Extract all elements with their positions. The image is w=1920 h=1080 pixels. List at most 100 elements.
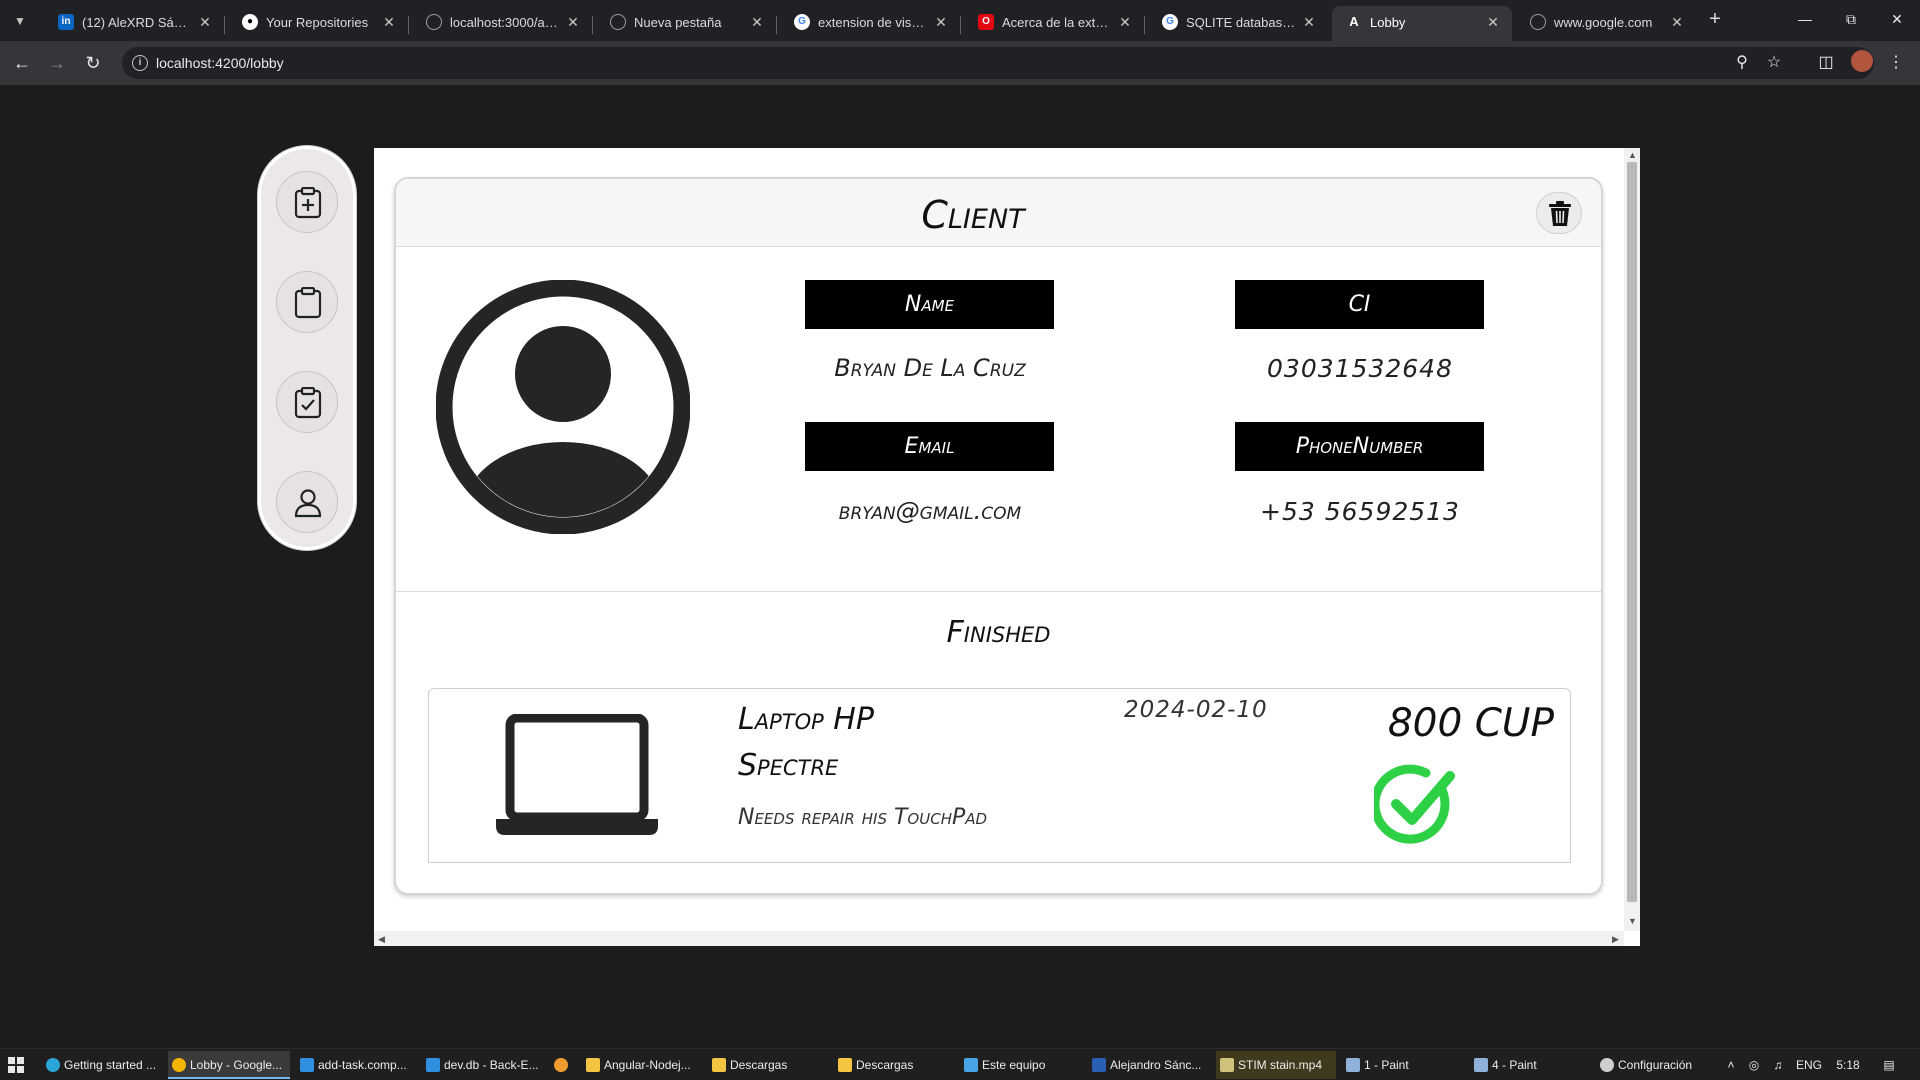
finished-orders-button[interactable] xyxy=(276,371,338,433)
taskbar-item-vscode-2[interactable]: dev.db - Back-E... xyxy=(422,1051,542,1079)
edge-icon xyxy=(46,1058,60,1072)
close-window-button[interactable]: ✕ xyxy=(1874,0,1920,38)
scroll-up-icon[interactable]: ▲ xyxy=(1628,150,1637,160)
taskbar-item-this-pc[interactable]: Este equipo xyxy=(960,1051,1080,1079)
tab-title: (12) AleXRD Sánchez xyxy=(82,15,192,30)
order-device-line2: Spectre xyxy=(738,748,839,783)
site-info-icon[interactable]: i xyxy=(132,55,148,71)
browser-tab-localhost-api[interactable]: localhost:3000/api/cli ✕ xyxy=(412,6,592,41)
close-tab-icon[interactable]: ✕ xyxy=(748,13,766,31)
ci-label: CI xyxy=(1235,280,1484,329)
menu-kebab-icon[interactable]: ⋮ xyxy=(1884,51,1908,75)
close-tab-icon[interactable]: ✕ xyxy=(1668,13,1686,31)
plus-icon: + xyxy=(1709,8,1721,30)
horizontal-scrollbar[interactable]: ◀ ▶ xyxy=(374,931,1624,946)
taskbar-label: Descargas xyxy=(856,1058,914,1072)
notifications-icon[interactable]: ▤ xyxy=(1878,1049,1900,1080)
email-label: Email xyxy=(805,422,1054,471)
google-icon: G xyxy=(794,14,810,30)
new-tab-button[interactable]: + xyxy=(1703,8,1727,32)
minimize-button[interactable]: — xyxy=(1782,0,1828,38)
browser-tab-strip: ▼ in (12) AleXRD Sánchez ✕ ● Your Reposi… xyxy=(0,0,1920,41)
close-tab-icon[interactable]: ✕ xyxy=(1116,13,1134,31)
taskbar-item-word[interactable]: Alejandro Sánc... xyxy=(1088,1051,1208,1079)
word-icon xyxy=(1092,1058,1106,1072)
taskbar-item-search[interactable] xyxy=(550,1051,578,1079)
close-tab-icon[interactable]: ✕ xyxy=(196,13,214,31)
url-text[interactable]: localhost:4200/lobby xyxy=(156,55,284,71)
close-tab-icon[interactable]: ✕ xyxy=(564,13,582,31)
paint-icon xyxy=(1474,1058,1488,1072)
taskbar-item-edge[interactable]: Getting started ... xyxy=(42,1051,162,1079)
arrow-right-icon: → xyxy=(48,53,66,73)
card-header: Client xyxy=(396,179,1601,247)
linkedin-icon: in xyxy=(58,14,74,30)
taskbar-label: Configuración xyxy=(1618,1058,1693,1072)
close-tab-icon[interactable]: ✕ xyxy=(1300,13,1318,31)
tab-title: extension de visual st xyxy=(818,15,928,30)
browser-tab-linkedin[interactable]: in (12) AleXRD Sánchez ✕ xyxy=(44,6,224,41)
zoom-icon[interactable]: ⚲ xyxy=(1732,53,1752,73)
taskbar-item-folder-angular[interactable]: Angular-Nodej... xyxy=(582,1051,702,1079)
globe-icon xyxy=(426,14,442,30)
address-bar[interactable]: i localhost:4200/lobby ⚲ ☆ xyxy=(122,47,1874,79)
browser-tab-new-tab[interactable]: Nueva pestaña ✕ xyxy=(596,6,776,41)
delete-client-button[interactable] xyxy=(1536,192,1582,234)
order-device: Laptop HP Spectre xyxy=(738,697,978,789)
browser-tab-github[interactable]: ● Your Repositories ✕ xyxy=(228,6,408,41)
scroll-right-icon[interactable]: ▶ xyxy=(1612,934,1619,944)
taskbar-label: 1 - Paint xyxy=(1364,1058,1409,1072)
computer-icon xyxy=(964,1058,978,1072)
profile-avatar[interactable] xyxy=(1851,50,1873,72)
side-panel-icon[interactable]: ◫ xyxy=(1814,51,1838,75)
close-tab-icon[interactable]: ✕ xyxy=(380,13,398,31)
clients-button[interactable] xyxy=(276,471,338,533)
browser-tab-lobby[interactable]: A Lobby ✕ xyxy=(1332,6,1512,41)
back-button[interactable]: ← xyxy=(10,51,34,75)
scrollbar-thumb[interactable] xyxy=(1627,162,1637,902)
windows-start-button[interactable] xyxy=(8,1057,24,1073)
tab-title: Lobby xyxy=(1370,15,1406,30)
taskbar-item-paint-1[interactable]: 1 - Paint xyxy=(1342,1051,1462,1079)
add-order-button[interactable] xyxy=(276,171,338,233)
tab-title: Acerca de la extensió xyxy=(1002,15,1112,30)
taskbar-item-chrome[interactable]: Lobby - Google... xyxy=(168,1051,290,1079)
taskbar-item-paint-4[interactable]: 4 - Paint xyxy=(1470,1051,1590,1079)
reload-button[interactable]: ↻ xyxy=(81,51,105,75)
laptop-icon xyxy=(496,714,658,835)
gear-icon xyxy=(1600,1058,1614,1072)
browser-tab-extension-about[interactable]: O Acerca de la extensió ✕ xyxy=(964,6,1144,41)
tab-search-button[interactable]: ▼ xyxy=(8,9,32,33)
vertical-scrollbar[interactable]: ▲ ▼ xyxy=(1624,148,1640,931)
taskbar-item-vscode-1[interactable]: add-task.comp... xyxy=(296,1051,416,1079)
github-icon: ● xyxy=(242,14,258,30)
bookmark-star-icon[interactable]: ☆ xyxy=(1764,53,1784,73)
name-value: Bryan De La Cruz xyxy=(834,354,1026,382)
pending-orders-button[interactable] xyxy=(276,271,338,333)
close-tab-icon[interactable]: ✕ xyxy=(1484,13,1502,31)
clock[interactable]: 5:18 xyxy=(1832,1049,1864,1080)
taskbar-label: 4 - Paint xyxy=(1492,1058,1537,1072)
tray-overflow-icon[interactable]: ˄ xyxy=(1722,1049,1740,1080)
paint-icon xyxy=(1346,1058,1360,1072)
browser-tab-google[interactable]: www.google.com ✕ xyxy=(1516,6,1696,41)
windows-taskbar: Getting started ... Lobby - Google... ad… xyxy=(0,1048,1920,1080)
restore-button[interactable]: ⧉ xyxy=(1828,0,1874,38)
close-tab-icon[interactable]: ✕ xyxy=(932,13,950,31)
taskbar-item-folder-descargas-2[interactable]: Descargas xyxy=(834,1051,954,1079)
network-icon[interactable]: ◎ xyxy=(1744,1049,1764,1080)
clipboard-plus-icon xyxy=(294,187,322,219)
order-card[interactable]: Laptop HP Spectre Needs repair his Touch… xyxy=(428,688,1571,863)
taskbar-item-settings[interactable]: Configuración xyxy=(1596,1051,1716,1079)
language-indicator[interactable]: ENG xyxy=(1794,1049,1824,1080)
browser-tab-sqlite[interactable]: G SQLITE database view ✕ xyxy=(1148,6,1328,41)
browser-tab-extension-search[interactable]: G extension de visual st ✕ xyxy=(780,6,960,41)
order-price: 800 CUP xyxy=(1387,701,1554,746)
volume-icon[interactable]: ♫ xyxy=(1768,1049,1788,1080)
forward-button[interactable]: → xyxy=(45,51,69,75)
scroll-left-icon[interactable]: ◀ xyxy=(378,934,385,944)
scroll-down-icon[interactable]: ▼ xyxy=(1628,916,1637,926)
phone-label: PhoneNumber xyxy=(1235,422,1484,471)
taskbar-item-folder-descargas-1[interactable]: Descargas xyxy=(708,1051,828,1079)
taskbar-item-video[interactable]: STIM stain.mp4 xyxy=(1216,1051,1336,1079)
